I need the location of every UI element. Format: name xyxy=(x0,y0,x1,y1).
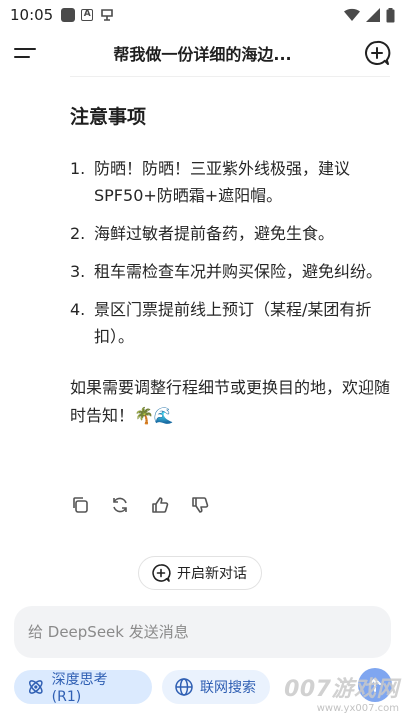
signal-icon xyxy=(366,8,380,22)
menu-button[interactable] xyxy=(14,39,42,67)
like-button[interactable] xyxy=(150,495,170,515)
app-header: 帮我做一份详细的海边... xyxy=(0,30,405,76)
new-chat-icon xyxy=(152,564,171,582)
new-chat-icon[interactable] xyxy=(363,39,391,67)
new-chat-label: 开启新对话 xyxy=(177,566,247,582)
divider xyxy=(70,76,390,77)
battery-icon xyxy=(386,7,395,22)
section-heading: 注意事项 xyxy=(70,106,147,128)
closing-text: 如果需要调整行程细节或更换目的地，欢迎随时告知！🌴🌊 xyxy=(70,378,391,425)
message-input-container xyxy=(14,606,391,658)
regenerate-button[interactable] xyxy=(110,495,130,515)
list-item: 1. 防晒！防晒！三亚紫外线极强，建议SPF50+防晒霜+遮阳帽。 xyxy=(70,159,351,205)
status-time: 10:05 xyxy=(10,6,54,24)
voice-icon xyxy=(101,9,114,21)
globe-icon xyxy=(175,678,193,696)
assistant-message: 注意事项 1. 防晒！防晒！三亚紫外线极强，建议SPF50+防晒霜+遮阳帽。 2.… xyxy=(70,96,390,430)
regenerate-icon xyxy=(113,497,127,513)
list-item: 4. 景区门票提前线上预订（某程/某团有折扣）。 xyxy=(70,300,372,346)
a-icon: A xyxy=(81,9,94,21)
thumbs-up-icon xyxy=(152,497,169,513)
watermark-sub: www.yx007.com xyxy=(316,703,399,714)
message-actions xyxy=(70,495,210,515)
list-item: 2. 海鲜过敏者提前备药，避免生食。 xyxy=(70,224,335,243)
list-item: 3. 租车需检查车况并购买保险，避免纠纷。 xyxy=(70,262,383,281)
copy-button[interactable] xyxy=(70,495,90,515)
wifi-icon xyxy=(344,8,360,21)
message-input[interactable] xyxy=(28,623,377,641)
menu-icon xyxy=(14,48,36,50)
copy-icon xyxy=(73,497,88,513)
watermark-main: 007游戏网 xyxy=(284,677,399,702)
notes-list: 1. 防晒！防晒！三亚紫外线极强，建议SPF50+防晒霜+遮阳帽。 2. 海鲜过敏者… xyxy=(70,155,390,350)
new-chat-button[interactable]: 开启新对话 xyxy=(138,556,262,590)
thumbs-down-icon xyxy=(192,497,209,513)
web-search-label: 联网搜索 xyxy=(200,680,256,696)
web-search-toggle[interactable]: 联网搜索 xyxy=(162,670,270,704)
dislike-button[interactable] xyxy=(190,495,210,515)
page-title: 帮我做一份详细的海边... xyxy=(113,45,292,64)
deepthink-toggle[interactable]: 深度思考 (R1) xyxy=(14,670,152,705)
atom-icon xyxy=(29,680,43,694)
watermark: 007游戏网 www.yx007.com xyxy=(284,671,399,714)
status-bar: 10:05 A xyxy=(0,0,405,30)
square-icon xyxy=(61,8,76,22)
deepthink-label: 深度思考 (R1) xyxy=(51,672,108,705)
